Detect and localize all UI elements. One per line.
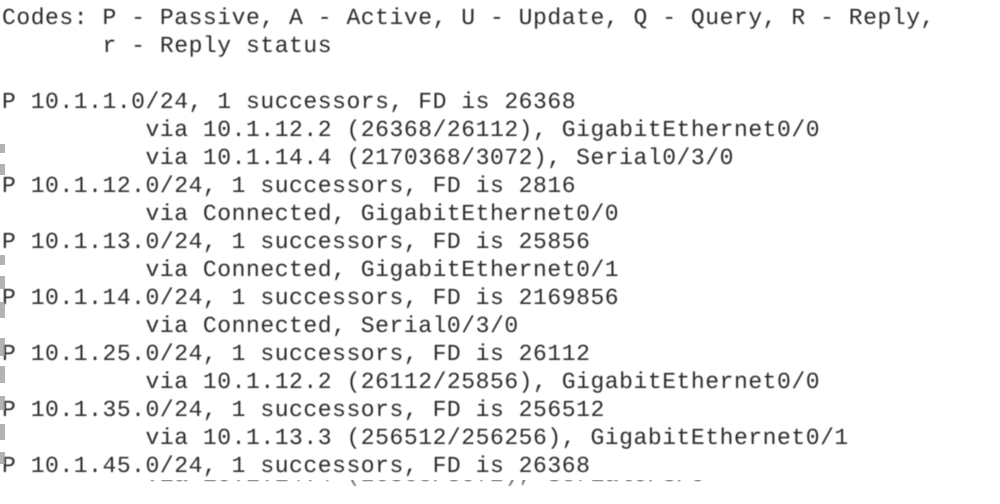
terminal-output: Codes: P - Passive, A - Active, U - Upda…: [0, 0, 1000, 480]
terminal-line: via 10.1.14.4 (2170368/3072), Serial0/3/…: [2, 145, 734, 171]
terminal-line: via 10.1.12.2 (26112/25856), GigabitEthe…: [2, 369, 821, 395]
clipped-bottom-line: via 10.1.14.4 (26368/3072), Serial0/3/0: [0, 480, 1000, 504]
terminal-line: P 10.1.13.0/24, 1 successors, FD is 2585…: [2, 229, 591, 255]
terminal-line: via Connected, GigabitEthernet0/0: [2, 201, 620, 227]
terminal-line: via 10.1.13.3 (256512/256256), GigabitEt…: [2, 425, 849, 451]
terminal-line: via 10.1.12.2 (26368/26112), GigabitEthe…: [2, 117, 821, 143]
terminal-line: P 10.1.14.0/24, 1 successors, FD is 2169…: [2, 285, 620, 311]
terminal-line-partial: via 10.1.14.4 (26368/3072), Serial0/3/0: [0, 480, 1000, 489]
terminal-line: P 10.1.35.0/24, 1 successors, FD is 2565…: [2, 397, 605, 423]
terminal-line: via Connected, GigabitEthernet0/1: [2, 257, 620, 283]
terminal-line: r - Reply status: [2, 33, 333, 59]
terminal-line: P 10.1.25.0/24, 1 successors, FD is 2611…: [2, 341, 591, 367]
terminal-line: Codes: P - Passive, A - Active, U - Upda…: [2, 5, 935, 31]
terminal-screenshot: Codes: P - Passive, A - Active, U - Upda…: [0, 0, 1000, 504]
terminal-line: P 10.1.1.0/24, 1 successors, FD is 26368: [2, 89, 577, 115]
terminal-line: P 10.1.12.0/24, 1 successors, FD is 2816: [2, 173, 577, 199]
terminal-line: P 10.1.45.0/24, 1 successors, FD is 2636…: [2, 453, 591, 479]
terminal-line: via Connected, Serial0/3/0: [2, 313, 519, 339]
